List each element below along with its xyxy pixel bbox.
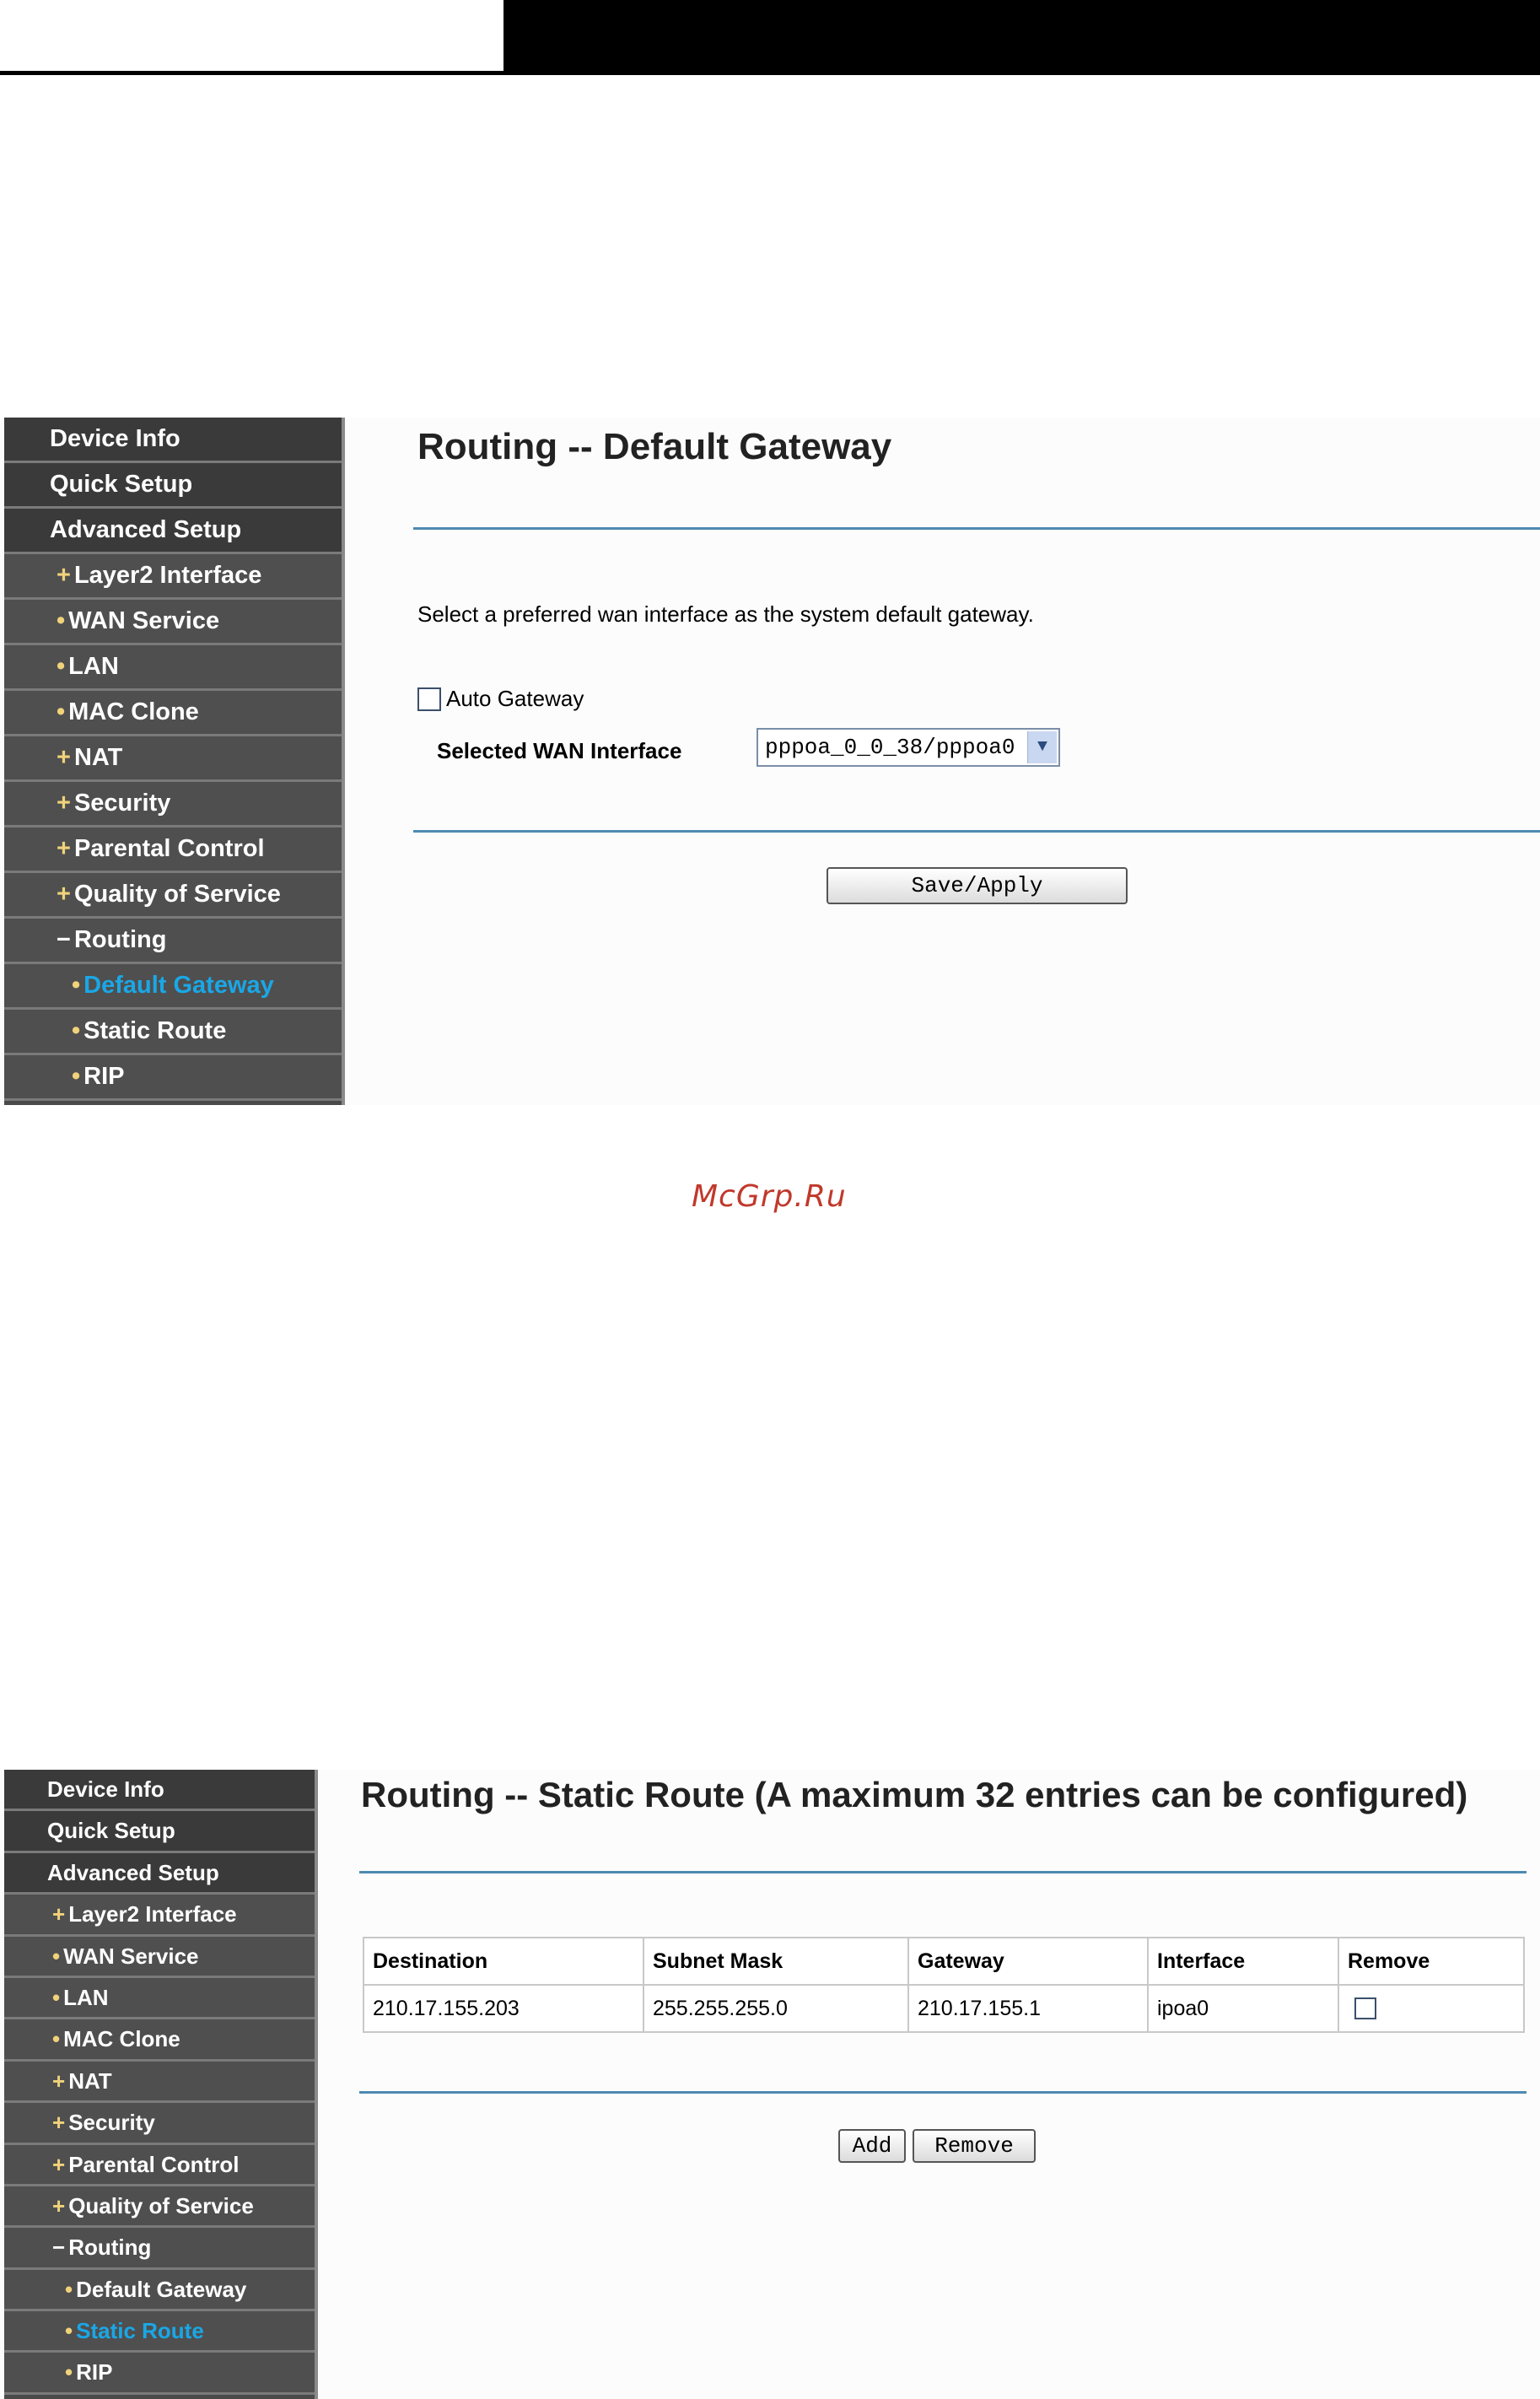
sidebar-item-advanced-setup[interactable]: Advanced Setup [4, 509, 342, 554]
collapse-icon: − [52, 2235, 66, 2261]
sidebar-item-quality-of-service[interactable]: + Quality of Service [4, 873, 342, 919]
bullet-icon: • [72, 972, 81, 999]
page-title: Routing -- Default Gateway [417, 426, 892, 467]
sidebar-nav: Device Info Quick Setup Advanced Setup +… [4, 418, 342, 1105]
sidebar-item-lan[interactable]: • LAN [4, 645, 342, 691]
sidebar-item-default-gateway[interactable]: • Default Gateway [4, 964, 342, 1010]
sidebar-item-nat[interactable]: + NAT [4, 2061, 315, 2104]
static-route-screenshot: Device Info Quick Setup Advanced Setup +… [0, 1770, 1540, 2399]
cell-gateway: 210.17.155.1 [907, 1984, 1149, 2033]
bullet-icon: • [57, 607, 66, 634]
bullet-icon: • [65, 2276, 73, 2302]
table-row: 210.17.155.203 255.255.255.0 210.17.155.… [363, 1984, 1525, 2033]
bullet-icon: • [65, 2318, 73, 2344]
sidebar-item-wan-service[interactable]: • WAN Service [4, 1936, 315, 1978]
sidebar-item-mac-clone[interactable]: • MAC Clone [4, 691, 342, 736]
main-content: Routing -- Default Gateway Select a pref… [346, 418, 1540, 1105]
sidebar-item-quick-setup[interactable]: Quick Setup [4, 463, 342, 509]
header-rule [0, 71, 1540, 75]
wan-interface-select[interactable]: pppoa_0_0_38/pppoa0 ▼ [757, 728, 1060, 767]
column-header-destination: Destination [363, 1937, 644, 1986]
bullet-icon: • [57, 698, 66, 725]
divider [413, 527, 1540, 530]
sidebar-item-nat[interactable]: + NAT [4, 736, 342, 782]
cell-remove [1338, 1984, 1525, 2033]
expand-icon: + [52, 2110, 66, 2136]
bullet-icon: • [72, 1063, 81, 1090]
sidebar-divider [342, 418, 345, 1105]
auto-gateway-label: Auto Gateway [446, 686, 584, 711]
header-bar [503, 0, 1540, 71]
sidebar-item-routing[interactable]: − Routing [4, 919, 342, 964]
sidebar-item-default-gateway[interactable]: • Default Gateway [4, 2269, 315, 2312]
sidebar-item-device-info[interactable]: Device Info [4, 1770, 315, 1812]
remove-button[interactable]: Remove [913, 2129, 1036, 2163]
cell-destination: 210.17.155.203 [363, 1984, 644, 2033]
sidebar-item-lan[interactable]: • LAN [4, 1977, 315, 2020]
sidebar-item-mac-clone[interactable]: • MAC Clone [4, 2019, 315, 2062]
sidebar-item-security[interactable]: + Security [4, 782, 342, 828]
sidebar-item-quick-setup[interactable]: Quick Setup [4, 1811, 315, 1853]
static-route-table: Destination Subnet Mask Gateway Interfac… [363, 1937, 1525, 2033]
column-header-gateway: Gateway [907, 1937, 1149, 1986]
page-title: Routing -- Static Route (A maximum 32 en… [361, 1775, 1468, 1814]
sidebar-item-static-route[interactable]: • Static Route [4, 2311, 315, 2353]
sidebar-menu: Device Info Quick Setup Advanced Setup +… [4, 418, 342, 1101]
bullet-icon: • [52, 1943, 61, 1969]
expand-icon: + [52, 2151, 66, 2177]
expand-icon: + [57, 562, 71, 589]
column-header-remove: Remove [1338, 1937, 1525, 1986]
wan-interface-value: pppoa_0_0_38/pppoa0 [765, 735, 1015, 760]
auto-gateway-checkbox[interactable] [417, 687, 441, 711]
sidebar-item-layer2-interface[interactable]: + Layer2 Interface [4, 1895, 315, 1937]
cell-subnet-mask: 255.255.255.0 [643, 1984, 909, 2033]
bullet-icon: • [65, 2359, 73, 2386]
remove-checkbox[interactable] [1354, 1997, 1376, 2019]
divider [359, 2091, 1527, 2094]
auto-gateway-row: Auto Gateway [417, 686, 584, 712]
add-button[interactable]: Add [838, 2129, 906, 2163]
bullet-icon: • [52, 2026, 61, 2052]
sidebar-item-rip[interactable]: • RIP [4, 1055, 342, 1101]
sidebar-item-parental-control[interactable]: + Parental Control [4, 828, 342, 873]
save-apply-button[interactable]: Save/Apply [827, 867, 1128, 904]
expand-icon: + [57, 881, 71, 908]
expand-icon: + [52, 1901, 66, 1927]
expand-icon: + [52, 2192, 66, 2218]
sidebar-item-parental-control[interactable]: + Parental Control [4, 2144, 315, 2186]
sidebar-divider [315, 1770, 318, 2399]
table-header-row: Destination Subnet Mask Gateway Interfac… [363, 1937, 1525, 1986]
sidebar-item-security[interactable]: + Security [4, 2103, 315, 2145]
sidebar-menu: Device Info Quick Setup Advanced Setup +… [4, 1770, 315, 2395]
expand-icon: + [57, 835, 71, 862]
sidebar-item-layer2-interface[interactable]: + Layer2 Interface [4, 554, 342, 600]
column-header-interface: Interface [1147, 1937, 1339, 1986]
default-gateway-screenshot: Device Info Quick Setup Advanced Setup +… [0, 418, 1540, 1105]
page-description: Select a preferred wan interface as the … [417, 601, 1034, 627]
bullet-icon: • [52, 1984, 61, 2010]
bullet-icon: • [72, 1017, 81, 1044]
sidebar-item-wan-service[interactable]: • WAN Service [4, 600, 342, 645]
selected-wan-interface-label: Selected WAN Interface [437, 738, 682, 763]
expand-icon: + [57, 790, 71, 817]
expand-icon: + [57, 744, 71, 771]
watermark: McGrp.Ru [692, 1179, 847, 1214]
bullet-icon: • [57, 653, 66, 680]
main-content: Routing -- Static Route (A maximum 32 en… [319, 1770, 1540, 2399]
divider [359, 1871, 1527, 1873]
expand-icon: + [52, 2067, 66, 2094]
sidebar-item-advanced-setup[interactable]: Advanced Setup [4, 1852, 315, 1895]
column-header-subnet-mask: Subnet Mask [643, 1937, 909, 1986]
divider [413, 830, 1540, 833]
sidebar-item-routing[interactable]: − Routing [4, 2228, 315, 2270]
sidebar-item-static-route[interactable]: • Static Route [4, 1010, 342, 1055]
sidebar-nav: Device Info Quick Setup Advanced Setup +… [4, 1770, 315, 2399]
collapse-icon: − [57, 926, 71, 953]
cell-interface: ipoa0 [1147, 1984, 1339, 2033]
sidebar-item-device-info[interactable]: Device Info [4, 418, 342, 463]
sidebar-item-rip[interactable]: • RIP [4, 2353, 315, 2395]
sidebar-item-quality-of-service[interactable]: + Quality of Service [4, 2186, 315, 2229]
chevron-down-icon[interactable]: ▼ [1027, 731, 1057, 763]
